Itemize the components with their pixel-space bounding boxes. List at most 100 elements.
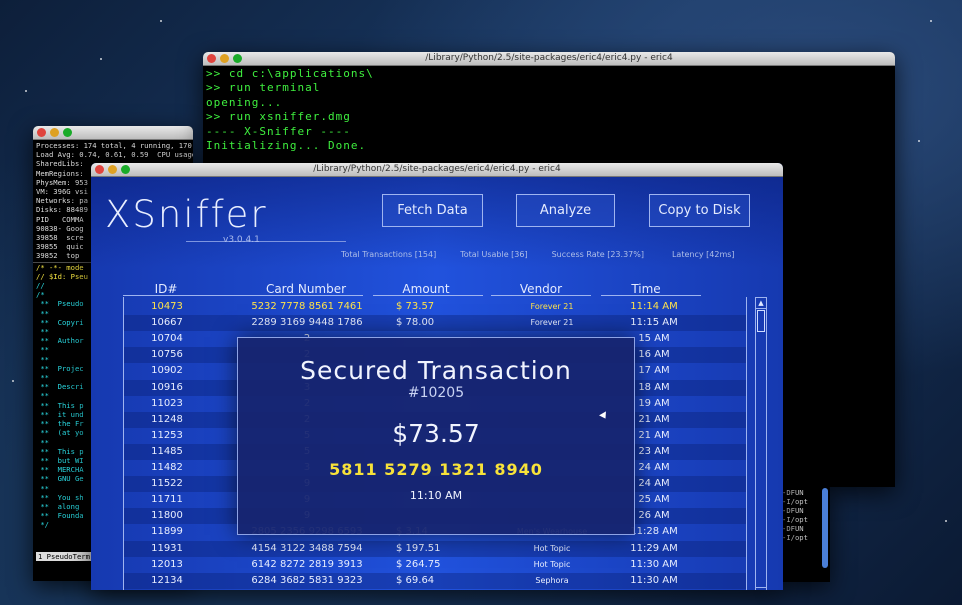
dialog-amount: $73.57 (392, 419, 480, 448)
analyze-button[interactable]: Analyze (516, 194, 615, 227)
scroll-thumb[interactable] (757, 310, 765, 332)
row-time: 11:29 AM (630, 542, 678, 554)
row-amount: $ 264.75 (396, 558, 441, 570)
close-button[interactable] (37, 128, 46, 137)
scroll-up-icon[interactable]: ▲ (756, 298, 766, 309)
window-controls (95, 165, 130, 174)
window-controls (207, 54, 242, 63)
row-id: 11482 (151, 462, 183, 473)
command-line: >> run xsniffer.dmg (206, 110, 351, 124)
xsniffer-titlebar[interactable]: /Library/Python/2.5/site-packages/eric4/… (91, 163, 783, 177)
xsniffer-window[interactable]: /Library/Python/2.5/site-packages/eric4/… (91, 163, 783, 590)
row-amount: $ 69.64 (396, 574, 435, 586)
success-rate-value: [23.37%] (607, 250, 644, 259)
fetch-data-button[interactable]: Fetch Data (382, 194, 483, 227)
terminal-line: Load Avg: 0.74, 0.61, 0.59 CPU usage (36, 150, 193, 160)
table-row[interactable]: 10473 5232 7778 8561 7461 $ 73.57 Forever 2… (124, 299, 746, 315)
minimize-button[interactable] (50, 128, 59, 137)
dialog-time: 11:10 AM (409, 489, 463, 502)
column-header-time[interactable]: Time (596, 282, 696, 296)
header-line (601, 295, 701, 296)
row-id: 10916 (151, 381, 183, 393)
row-amount: $ 78.00 (396, 317, 435, 329)
header-line (373, 295, 483, 296)
window-title: /Library/Python/2.5/site-packages/eric4/… (425, 53, 673, 63)
row-id: 11522 (151, 478, 183, 490)
row-id: 11253 (151, 429, 183, 441)
row-id: 10473 (151, 301, 183, 312)
scroll-down-icon[interactable]: ▼ (756, 587, 766, 590)
latency-value: [42ms] (706, 250, 735, 259)
row-id: 12013 (151, 558, 183, 570)
row-vendor: Hot Topic (533, 559, 571, 569)
row-id: 10667 (151, 317, 183, 329)
window-title: /Library/Python/2.5/site-packages/eric4/… (313, 164, 561, 174)
zoom-button[interactable] (63, 128, 72, 137)
dialog-title: Secured Transaction (300, 356, 572, 385)
row-vendor: Forever 21 (530, 318, 574, 328)
table-row[interactable]: 11931 4154 3122 3488 7594 $ 197.51 Hot Topi… (124, 540, 746, 557)
command-line: opening... (206, 95, 283, 109)
row-card: 6284 3682 5831 9323 (251, 574, 363, 586)
minimize-button[interactable] (108, 165, 117, 174)
column-header-vendor[interactable]: Vendor (491, 282, 591, 296)
table-row[interactable]: 10667 2289 3169 9448 1786 $ 78.00 Forever 2… (124, 315, 746, 332)
table-row[interactable]: 12013 6142 8272 2819 3913 $ 264.75 Hot Topi… (124, 557, 746, 573)
row-vendor: Sephora (535, 575, 569, 585)
row-id: 10704 (151, 333, 183, 345)
secured-transaction-dialog[interactable]: Secured Transaction #10205 $73.57 5811 5… (237, 337, 635, 535)
command-line: >> cd c:\applications\ (206, 67, 374, 80)
success-rate-label: Success Rate (551, 250, 605, 259)
top-terminal-titlebar[interactable] (33, 126, 193, 140)
row-card: 2289 3169 9448 1786 (251, 317, 363, 329)
row-id: 11931 (151, 542, 183, 554)
close-button[interactable] (207, 54, 216, 63)
scrollbar[interactable] (822, 488, 828, 568)
total-usable-label: Total Usable (460, 250, 509, 259)
header-line (213, 295, 363, 296)
row-vendor: Hot Topic (533, 543, 571, 553)
command-line: >> run terminal (206, 81, 321, 95)
row-card: 4154 3122 3488 7594 (251, 542, 363, 554)
dialog-card-number: 5811 5279 1321 8940 (329, 460, 543, 479)
row-id: 11248 (151, 413, 183, 425)
row-card: 6142 8272 2819 3913 (251, 558, 363, 570)
command-window-titlebar[interactable]: /Library/Python/2.5/site-packages/eric4/… (203, 52, 895, 66)
terminal-status: 1 PseudoTerm (36, 552, 92, 561)
terminal-line: Processes: 174 total, 4 running, 170 (36, 141, 192, 150)
right-terminal-fragment[interactable]: -DFUN -I/opt -DFUN -I/opt -DFUN -I/opt (780, 484, 830, 582)
window-controls (37, 128, 72, 137)
column-header-amount[interactable]: Amount (381, 282, 471, 296)
row-time: 11:30 AM (630, 574, 678, 586)
row-amount: $ 73.57 (396, 301, 435, 312)
row-id: 11800 (151, 510, 183, 522)
row-vendor: Forever 21 (530, 302, 574, 311)
row-amount: $ 197.51 (396, 542, 441, 554)
table-row[interactable]: 12134 6284 3682 5831 9323 $ 69.64 Sephora 11… (124, 572, 746, 589)
command-line: Initializing... Done. (206, 139, 367, 153)
column-header-id[interactable]: ID# (123, 282, 209, 296)
command-output[interactable]: >> cd c:\applications\ >> run terminal ope… (203, 66, 895, 154)
latency-label: Latency (671, 250, 704, 259)
row-id: 11023 (151, 397, 183, 409)
total-transactions-value: [154] (414, 250, 437, 259)
dialog-transaction-id: #10205 (407, 385, 465, 401)
minimize-button[interactable] (220, 54, 229, 63)
row-id: 11485 (151, 445, 183, 457)
row-card: 5232 7778 8561 7461 (251, 301, 363, 312)
version-label: v3.0.4.1 (223, 235, 260, 245)
row-id: 10756 (151, 349, 183, 361)
header-line (123, 295, 213, 296)
copy-to-disk-button[interactable]: Copy to Disk (649, 194, 750, 227)
total-usable-value: [36] (511, 250, 528, 259)
row-id: 11899 (151, 526, 183, 538)
zoom-button[interactable] (121, 165, 130, 174)
xsniffer-body: XSniffer v3.0.4.1 Fetch Data Analyze Cop… (91, 177, 783, 590)
app-logo: XSniffer (105, 193, 268, 236)
close-button[interactable] (95, 165, 104, 174)
column-header-card[interactable]: Card Number (231, 282, 381, 296)
table-scrollbar[interactable]: ▲ ▼ (755, 297, 767, 590)
zoom-button[interactable] (233, 54, 242, 63)
row-id: 12134 (151, 574, 183, 586)
row-id: 10902 (151, 365, 183, 377)
